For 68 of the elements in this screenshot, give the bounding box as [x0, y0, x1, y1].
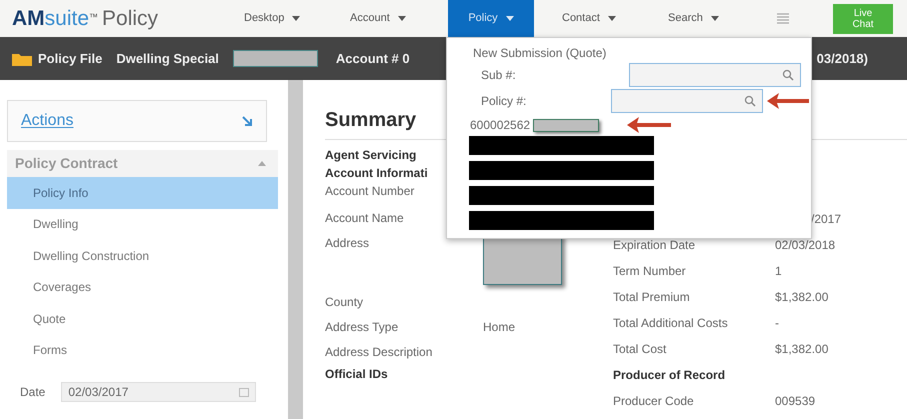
collapse-icon	[258, 161, 266, 166]
summary-title: Summary	[325, 108, 416, 132]
search-icon	[782, 69, 794, 81]
sidebar-item[interactable]: Dwelling	[7, 208, 278, 240]
expand-arrow-icon	[242, 116, 253, 126]
section-heading: Account Informati	[325, 165, 429, 182]
field-label: Policy #:	[480, 93, 528, 110]
splitter[interactable]	[288, 80, 303, 419]
field-label: Expiration Date	[613, 237, 696, 254]
date-label: Date	[20, 384, 46, 401]
field-label: Total Cost	[613, 341, 668, 358]
field-value: 1	[775, 263, 782, 280]
field-label: Sub #:	[480, 67, 517, 84]
term-dates: 03/2018)	[816, 50, 868, 68]
sub-number-field[interactable]	[629, 63, 801, 87]
section-header[interactable]: Policy Contract	[7, 150, 278, 177]
app-logo: AMsuite$^{™}$ Policy	[11, 6, 160, 32]
field-label: Total Premium	[613, 289, 691, 306]
date-field[interactable]: 02/03/2017	[61, 382, 256, 402]
field-value: 02/03/2018	[775, 237, 836, 254]
calendar-icon	[239, 388, 250, 396]
field-label: Address Description	[325, 344, 434, 361]
field-value: 009539	[775, 393, 816, 410]
caret-icon	[710, 16, 719, 21]
field-value: Home	[483, 319, 516, 336]
annotation-arrow	[625, 115, 674, 135]
sidebar-item[interactable]: Coverages	[7, 272, 278, 303]
field-label: Account Number	[325, 183, 416, 200]
field-label: Producer Code	[613, 393, 695, 410]
field-value: -	[775, 315, 779, 332]
section-heading: Official IDs	[325, 366, 389, 383]
folder-icon	[12, 52, 32, 66]
sidebar-item[interactable]: Forms	[7, 334, 278, 366]
new-submission-item[interactable]: New Submission (Quote)	[473, 44, 606, 62]
field-label: Account Name	[325, 210, 405, 227]
nav-menu-button[interactable]: Account	[342, 0, 428, 37]
policy-number-field[interactable]	[610, 89, 763, 113]
sidebar-item[interactable]: Policy Info	[7, 177, 278, 208]
search-icon	[744, 95, 756, 107]
caret-icon	[506, 16, 514, 21]
section-heading: Producer of Record	[613, 367, 726, 384]
recent-policy-link[interactable]: 600002562	[470, 116, 530, 134]
caret-icon	[398, 16, 406, 21]
field-value: /2017	[811, 211, 842, 228]
field-label: County	[325, 294, 364, 311]
account-number: Account # 0	[336, 50, 410, 68]
redaction-box	[533, 118, 600, 132]
section-heading: Agent Servicing	[325, 147, 418, 164]
field-label: Address Type	[325, 319, 400, 336]
product-name: Dwelling Special	[116, 50, 219, 68]
sidebar-item[interactable]: Dwelling Construction	[7, 240, 278, 272]
field-label: Address	[325, 235, 370, 252]
caret-icon	[292, 16, 300, 21]
caret-icon	[608, 16, 616, 21]
field-value: $1,382.00	[775, 289, 828, 306]
nav-menu-button[interactable]: Desktop	[236, 0, 322, 37]
annotation-arrow	[765, 91, 811, 111]
policy-file-title: Policy File	[38, 50, 102, 68]
field-label: Term Number	[613, 263, 687, 280]
nav-menu-button[interactable]: Search	[660, 0, 746, 37]
nav-menu-button[interactable]: Policy	[448, 0, 534, 37]
field-value: $1,382.00	[775, 341, 828, 358]
nav-menu-button[interactable]: Contact	[554, 0, 640, 37]
menu-icon[interactable]	[776, 12, 790, 26]
actions-button[interactable]: Actions	[7, 100, 267, 142]
live-chat-button[interactable]: Live Chat	[833, 4, 893, 34]
sidebar-item[interactable]: Quote	[7, 303, 278, 334]
field-label: Total Additional Costs	[613, 315, 729, 332]
